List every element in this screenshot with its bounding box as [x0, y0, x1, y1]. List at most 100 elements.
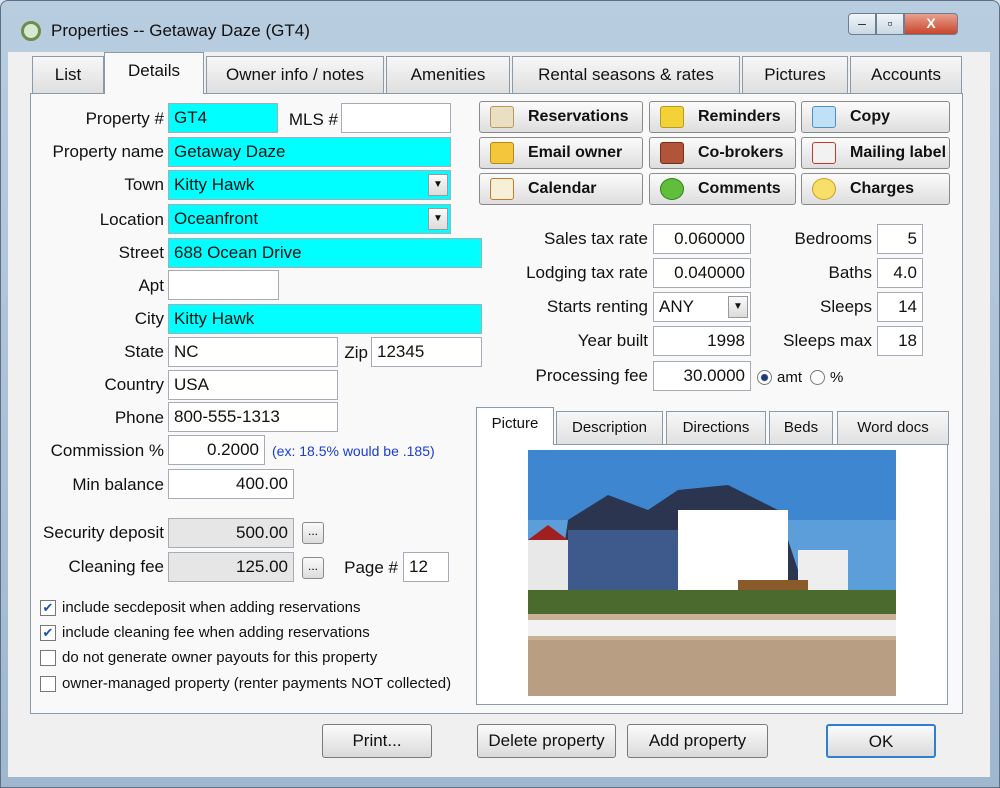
cleaning-fee-field[interactable]: 125.00	[168, 552, 294, 582]
minimize-button[interactable]: –	[848, 13, 876, 35]
tab-list[interactable]: List	[32, 56, 104, 94]
checkbox-include-secdeposit[interactable]: ✔	[40, 600, 56, 616]
tab-description[interactable]: Description	[556, 411, 663, 445]
checkbox-owner-managed[interactable]	[40, 676, 56, 692]
country-label: Country	[104, 375, 164, 394]
chevron-down-icon[interactable]: ▼	[428, 174, 448, 196]
sleeps-max-field[interactable]: 18	[877, 326, 923, 356]
property-name-field[interactable]: Getaway Daze	[168, 137, 451, 167]
page-num-field[interactable]: 12	[403, 552, 449, 582]
baths-field[interactable]: 4.0	[877, 258, 923, 288]
ok-button[interactable]: OK	[826, 724, 936, 758]
lodging-tax-field[interactable]: 0.040000	[653, 258, 751, 288]
maximize-button[interactable]: ▫	[876, 13, 904, 35]
min-balance-field[interactable]: 400.00	[168, 469, 294, 499]
mls-field[interactable]	[341, 103, 451, 133]
town-select[interactable]: Kitty Hawk ▼	[168, 170, 451, 200]
min-balance-label: Min balance	[72, 475, 164, 494]
tab-beds[interactable]: Beds	[769, 411, 833, 445]
lightbulb-icon	[812, 178, 836, 200]
sleeps-field[interactable]: 14	[877, 292, 923, 322]
location-label: Location	[99, 210, 164, 229]
chevron-down-icon[interactable]: ▼	[428, 208, 448, 230]
tab-rental-seasons[interactable]: Rental seasons & rates	[512, 56, 740, 94]
starts-renting-select[interactable]: ANY ▼	[653, 292, 751, 322]
calendar-icon	[490, 178, 514, 200]
tab-directions[interactable]: Directions	[666, 411, 766, 445]
delete-property-button[interactable]: Delete property	[477, 724, 616, 758]
comments-button[interactable]: Comments	[649, 173, 796, 205]
lodging-tax-label: Lodging tax rate	[526, 263, 648, 282]
email-owner-button[interactable]: Email owner	[479, 137, 643, 169]
tab-word-docs[interactable]: Word docs	[837, 411, 949, 445]
reminders-icon	[660, 106, 684, 128]
window-title: Properties -- Getaway Daze (GT4)	[51, 21, 310, 40]
tab-picture[interactable]: Picture	[476, 407, 554, 445]
town-value: Kitty Hawk	[174, 175, 255, 194]
sleeps-max-label: Sleeps max	[783, 331, 872, 350]
phone-label: Phone	[114, 408, 164, 427]
phone-field[interactable]: 800-555-1313	[168, 402, 338, 432]
tab-pictures[interactable]: Pictures	[742, 56, 848, 94]
calendar-label: Calendar	[528, 180, 597, 197]
town-label: Town	[124, 175, 164, 194]
checkbox-include-cleaning-fee[interactable]: ✔	[40, 625, 56, 641]
tab-details[interactable]: Details	[104, 52, 204, 94]
year-built-field[interactable]: 1998	[653, 326, 751, 356]
security-deposit-field[interactable]: 500.00	[168, 518, 294, 548]
reservations-label: Reservations	[528, 108, 629, 125]
bedrooms-label: Bedrooms	[794, 229, 872, 248]
add-property-button[interactable]: Add property	[627, 724, 768, 758]
checkbox-no-owner-payouts[interactable]	[40, 650, 56, 666]
app-icon	[21, 21, 41, 41]
zip-field[interactable]: 12345	[371, 337, 482, 367]
co-brokers-label: Co-brokers	[698, 144, 784, 161]
country-field[interactable]: USA	[168, 370, 338, 400]
street-field[interactable]: 688 Ocean Drive	[168, 238, 482, 268]
bedrooms-field[interactable]: 5	[877, 224, 923, 254]
cleaning-fee-more-button[interactable]: ...	[302, 557, 324, 579]
checkbox-label: owner-managed property (renter payments …	[62, 675, 452, 692]
co-brokers-button[interactable]: Co-brokers	[649, 137, 796, 169]
city-field[interactable]: Kitty Hawk	[168, 304, 482, 334]
sleeps-label: Sleeps	[820, 297, 872, 316]
commission-field[interactable]: 0.2000	[168, 435, 265, 465]
amt-radio[interactable]	[757, 370, 772, 385]
close-button[interactable]: X	[904, 13, 958, 35]
percent-radio[interactable]	[810, 370, 825, 385]
copy-label: Copy	[850, 108, 890, 125]
reminders-button[interactable]: Reminders	[649, 101, 796, 133]
reservations-button[interactable]: Reservations	[479, 101, 643, 133]
property-num-field[interactable]: GT4	[168, 103, 278, 133]
security-deposit-more-button[interactable]: ...	[302, 522, 324, 544]
chevron-down-icon[interactable]: ▼	[728, 296, 748, 318]
title-bar: Properties -- Getaway Daze (GT4) – ▫ X	[1, 1, 999, 51]
location-value: Oceanfront	[174, 209, 259, 228]
checkbox-label: include secdeposit when adding reservati…	[62, 599, 361, 616]
starts-renting-label: Starts renting	[546, 297, 648, 316]
mls-label: MLS #	[288, 110, 338, 129]
sales-tax-field[interactable]: 0.060000	[653, 224, 751, 254]
commission-label: Commission %	[50, 441, 164, 460]
picture-panel	[476, 444, 948, 705]
charges-button[interactable]: Charges	[801, 173, 950, 205]
processing-fee-label: Processing fee	[535, 366, 648, 385]
amt-radio-label: amt	[777, 369, 803, 386]
state-field[interactable]: NC	[168, 337, 338, 367]
comments-icon	[660, 178, 684, 200]
mailing-label-button[interactable]: Mailing label	[801, 137, 950, 169]
year-built-label: Year built	[577, 331, 648, 350]
copy-button[interactable]: Copy	[801, 101, 950, 133]
comments-label: Comments	[698, 180, 781, 197]
location-select[interactable]: Oceanfront ▼	[168, 204, 451, 234]
calendar-button[interactable]: Calendar	[479, 173, 643, 205]
apt-field[interactable]	[168, 270, 279, 300]
tab-owner-info[interactable]: Owner info / notes	[206, 56, 384, 94]
print-button[interactable]: Print...	[322, 724, 432, 758]
city-label: City	[134, 309, 164, 328]
mailing-label-icon	[812, 142, 836, 164]
processing-fee-field[interactable]: 30.0000	[653, 361, 751, 391]
tab-amenities[interactable]: Amenities	[386, 56, 510, 94]
baths-label: Baths	[828, 263, 872, 282]
tab-accounts[interactable]: Accounts	[850, 56, 962, 94]
